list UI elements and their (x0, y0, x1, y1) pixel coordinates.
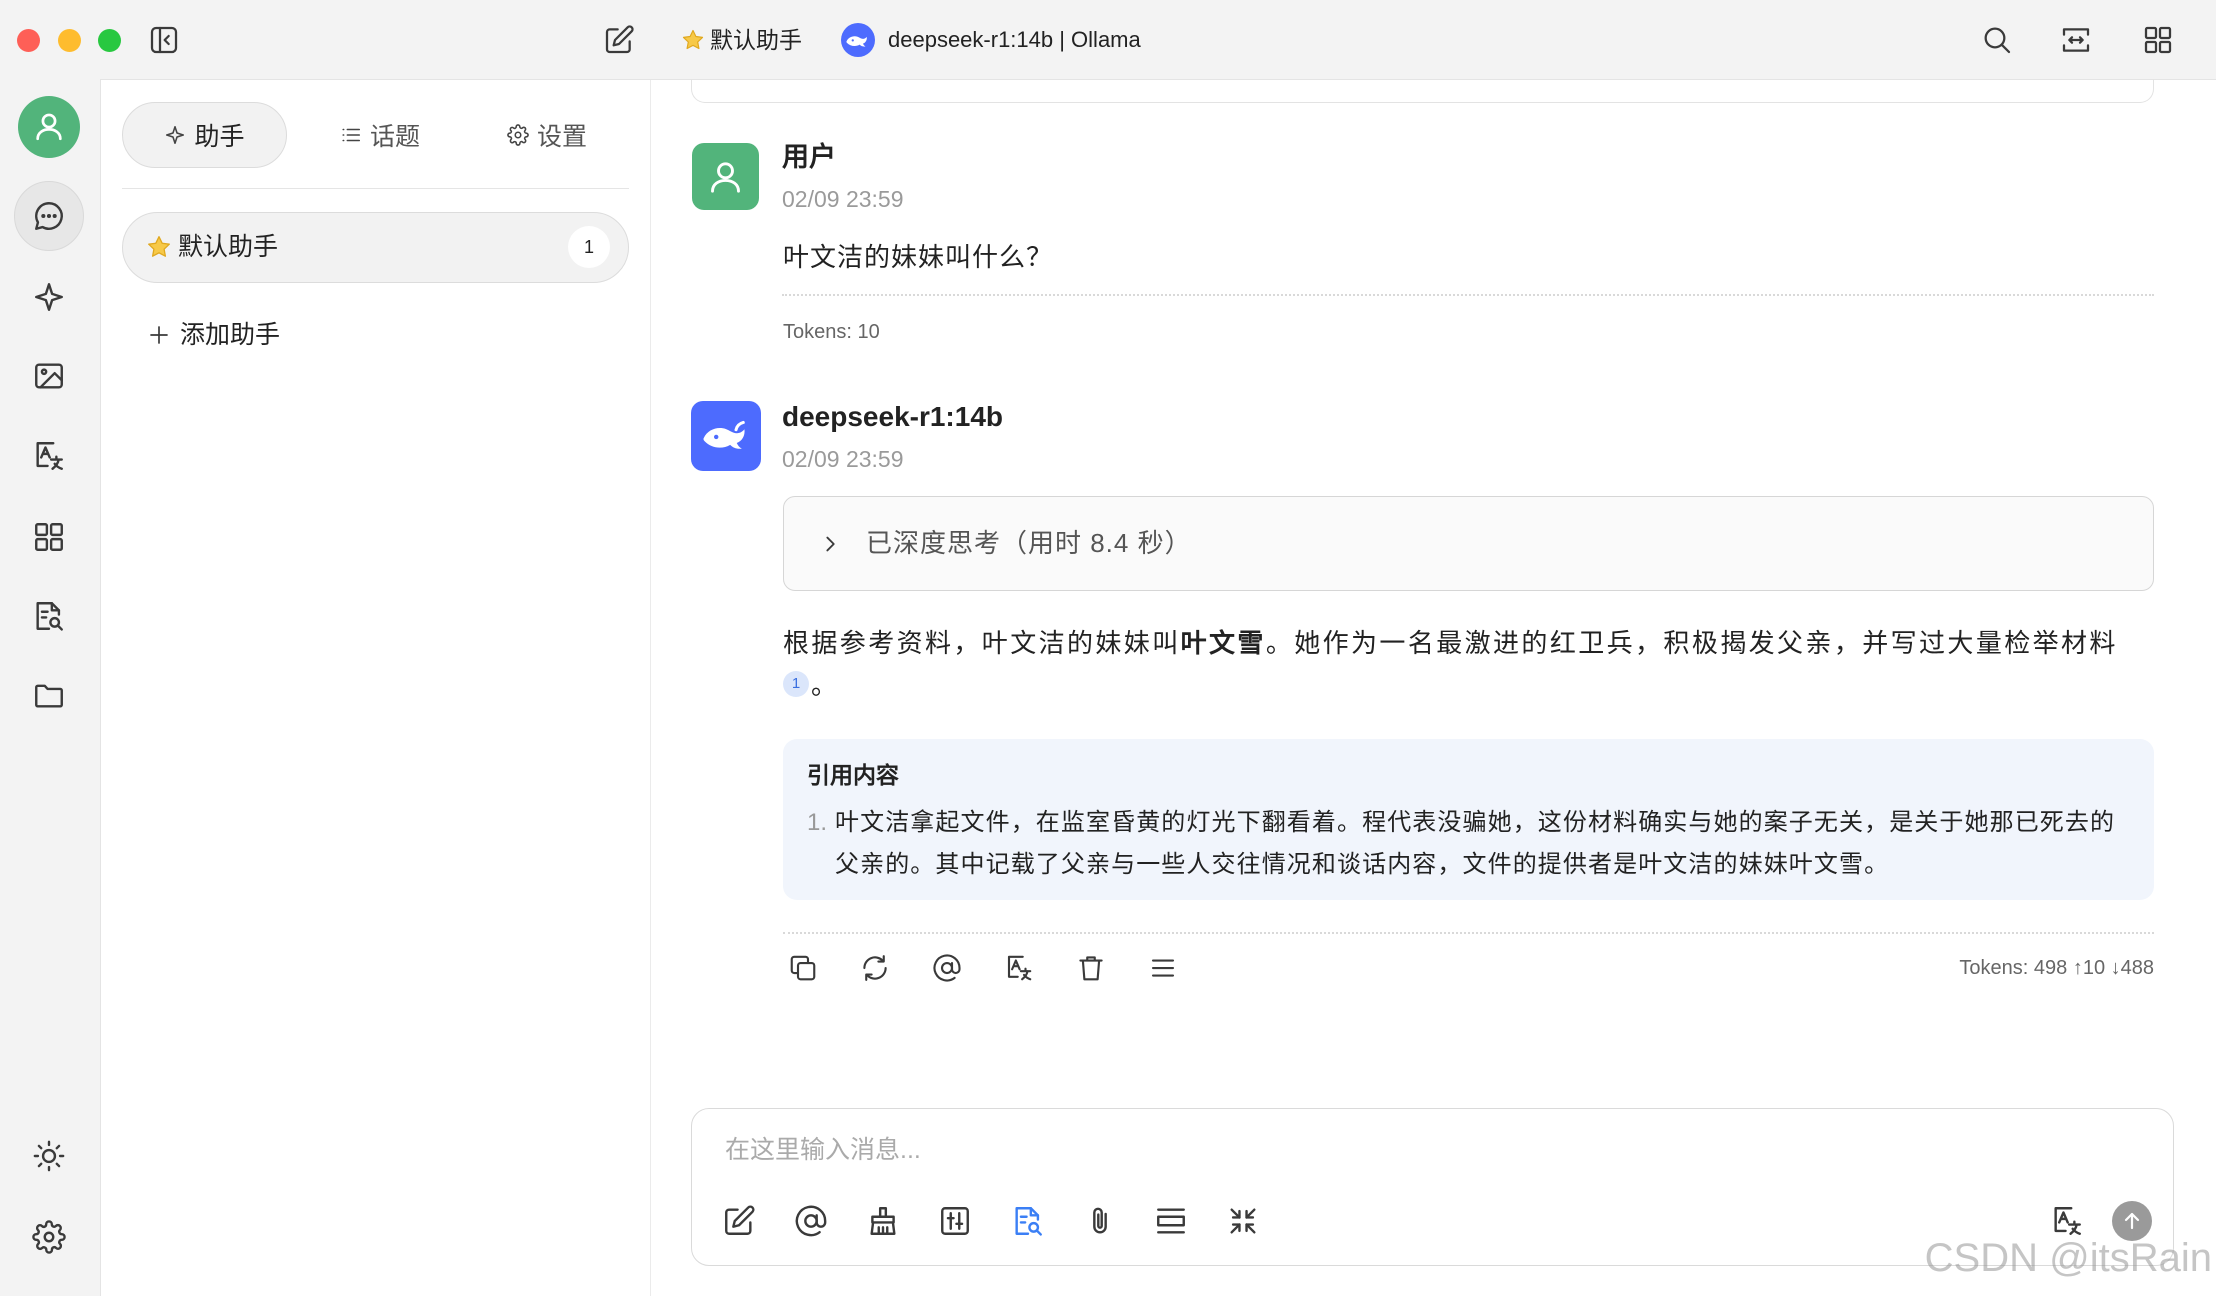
star-icon (682, 29, 704, 50)
fullscreen-arrows-icon[interactable] (1226, 1204, 1260, 1238)
knowledge-search-icon[interactable] (1011, 1204, 1045, 1238)
gear-icon (507, 124, 529, 146)
tab-label: 话题 (369, 123, 420, 151)
translate-icon[interactable] (32, 439, 66, 473)
settings-sliders-icon[interactable] (938, 1204, 972, 1238)
layout-switch-icon[interactable] (2060, 24, 2092, 56)
assistant-message-divider (783, 932, 2154, 934)
add-assistant-button[interactable]: 添加助手 (180, 317, 280, 353)
citation-block: 引用内容 1. 叶文洁拿起文件，在监室昏黄的灯光下翻看着。程代表没骗她，这份材料… (783, 739, 2154, 900)
knowledge-base-icon[interactable] (32, 599, 66, 633)
previous-message-card (691, 79, 2154, 103)
regenerate-icon[interactable] (860, 953, 890, 983)
attachment-paperclip-icon[interactable] (1083, 1204, 1117, 1238)
translate-message-icon[interactable] (1004, 953, 1034, 983)
mini-apps-icon[interactable] (32, 520, 66, 554)
panel-divider (650, 80, 651, 1296)
answer-bold-text: 叶文雪 (1180, 628, 1266, 658)
thinking-label: 已深度思考（用时 8.4 秒） (866, 528, 1192, 558)
message-composer (691, 1108, 2174, 1266)
citation-reference-badge[interactable]: 1 (783, 671, 809, 697)
assistant-name: 默认助手 (178, 233, 279, 261)
tabs-separator (122, 188, 629, 189)
translate-input-icon[interactable] (2050, 1204, 2084, 1238)
sparkle-icon (166, 125, 185, 145)
user-icon (711, 162, 740, 193)
sidebar-toggle-icon[interactable] (148, 24, 180, 56)
tab-label: 助手 (194, 123, 245, 151)
mention-icon[interactable] (794, 1204, 828, 1238)
arrow-up-icon[interactable] (2120, 1209, 2144, 1233)
tab-topics[interactable]: 话题 (318, 102, 442, 168)
citation-title: 引用内容 (807, 762, 899, 788)
close-window-button[interactable] (17, 29, 40, 52)
thinking-collapse-toggle[interactable]: 已深度思考（用时 8.4 秒） (783, 496, 2154, 591)
citation-item-number: 1. (807, 809, 828, 836)
assistant-message-name: deepseek-r1:14b (782, 401, 1004, 432)
folder-icon[interactable] (32, 678, 66, 712)
user-message-divider (782, 294, 2154, 296)
answer-text: 根据参考资料，叶文洁的妹妹叫 (783, 628, 1181, 658)
answer-ending: 1。 (783, 670, 839, 700)
list-icon (342, 128, 361, 142)
theme-sun-icon[interactable] (32, 1139, 66, 1173)
title-assistant-name[interactable]: 默认助手 (710, 25, 802, 55)
user-message-tokens: Tokens: 10 (783, 321, 880, 343)
answer-text: 。她作为一名最激进的红卫兵，积极揭发父亲，并写过大量检举材料 (1265, 628, 2118, 658)
mention-model-icon[interactable] (932, 953, 962, 983)
minimize-window-button[interactable] (58, 29, 81, 52)
message-input[interactable] (712, 1127, 2012, 1173)
chat-bubble-icon[interactable] (32, 199, 66, 233)
topic-count-badge: 1 (568, 226, 610, 268)
tab-label: 设置 (536, 123, 587, 151)
tab-settings[interactable]: 设置 (485, 102, 609, 168)
image-paint-icon[interactable] (32, 359, 66, 393)
zoom-window-button[interactable] (98, 29, 121, 52)
tab-assistants[interactable]: 助手 (122, 102, 287, 168)
plus-icon[interactable] (147, 323, 171, 347)
new-topic-icon[interactable] (722, 1204, 756, 1238)
answer-text: 。 (811, 670, 840, 700)
user-icon (36, 113, 62, 141)
assistant-item-default[interactable]: 默认助手 1 (122, 212, 629, 283)
settings-gear-icon[interactable] (32, 1220, 66, 1254)
delete-trash-icon[interactable] (1076, 953, 1106, 983)
citation-item-text[interactable]: 叶文洁拿起文件，在监室昏黄的灯光下翻看着。程代表没骗她，这份材料确实与她的案子无… (835, 802, 2135, 886)
user-message-name: 用户 (782, 142, 836, 172)
assistant-message-tokens: Tokens: 498 ↑10 ↓488 (1959, 957, 2154, 979)
chevron-right-icon (826, 536, 835, 552)
assistant-answer: 根据参考资料，叶文洁的妹妹叫叶文雪。她作为一名最激进的红卫兵，积极揭发父亲，并写… (783, 622, 2123, 706)
title-model-label[interactable]: deepseek-r1:14b | Ollama (888, 25, 1141, 55)
search-icon[interactable] (1981, 24, 2013, 56)
deepseek-logo-icon (841, 23, 875, 57)
grid-view-icon[interactable] (2142, 24, 2174, 56)
clear-context-broom-icon[interactable] (866, 1204, 900, 1238)
deepseek-whale-icon (703, 420, 745, 449)
user-message-text: 叶文洁的妹妹叫什么？ (783, 242, 1054, 272)
expand-lines-icon[interactable] (1154, 1204, 1188, 1238)
new-topic-edit-icon[interactable] (603, 24, 635, 56)
star-icon (148, 236, 170, 257)
user-message-time: 02/09 23:59 (782, 186, 904, 212)
agents-sparkle-icon[interactable] (32, 280, 66, 314)
copy-icon[interactable] (788, 953, 818, 983)
assistant-message-time: 02/09 23:59 (782, 446, 904, 472)
more-menu-icon[interactable] (1148, 953, 1178, 983)
